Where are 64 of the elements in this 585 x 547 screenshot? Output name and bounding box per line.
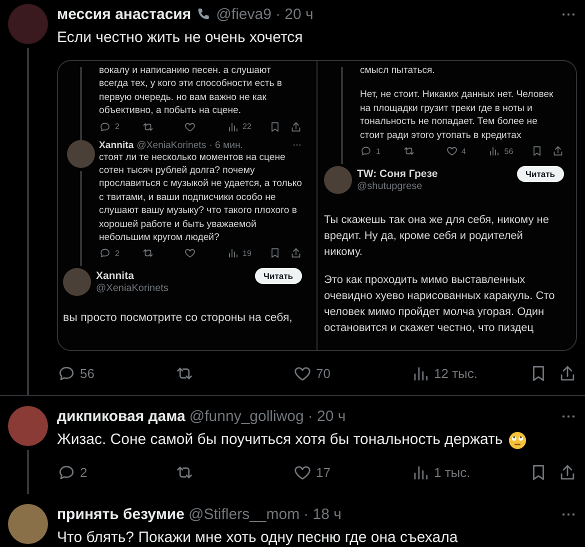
- follow-button[interactable]: Читать: [254, 268, 302, 284]
- author-handle: @shutupgrese: [357, 181, 424, 192]
- share-icon[interactable]: [558, 364, 577, 382]
- author-name[interactable]: TW: Соня Грезе: [357, 168, 512, 180]
- author-name[interactable]: Xannita: [96, 270, 250, 282]
- post-time: · 6 мин.: [209, 140, 243, 151]
- author-name[interactable]: мессия анастасия: [57, 6, 192, 22]
- repost-icon[interactable]: [142, 120, 154, 133]
- post-text: Нет, не стоит. Никаких данных нет. Человек на площадки грузит треки где в ноты и тональность не попадает. Тем более не стоит ради этого утопать в кредитах: [360, 88, 554, 142]
- post-time: · 20 ч: [308, 408, 346, 424]
- reply-count: 56: [80, 366, 94, 380]
- post-text: Ты скажешь так она же для себя, никому не вредит. Ну да, кроме себя и родителей никому.: [324, 213, 550, 260]
- follow-button[interactable]: Читать: [516, 166, 564, 182]
- bookmark-icon[interactable]: [269, 120, 281, 133]
- post-text: Это как проходить мимо выставленных очевидно хуево нарисованных каракуль. Сто человек мимо пройдет молча угорая. Один остановится и скажет честно, что пиздец: [324, 273, 556, 336]
- author-handle[interactable]: @fieva9: [216, 6, 272, 22]
- reply-count: 2: [115, 248, 120, 258]
- post-text: вы просто посмотрите со стороны на себя,: [63, 311, 294, 326]
- bookmark-icon[interactable]: [531, 145, 543, 158]
- like-icon[interactable]: [184, 247, 196, 260]
- author-name[interactable]: принять безумие: [57, 506, 184, 522]
- views-count: 19: [242, 248, 252, 258]
- views-icon[interactable]: [488, 145, 500, 158]
- views-count: 12 тыс.: [434, 366, 478, 380]
- repost-icon[interactable]: [402, 145, 415, 158]
- post-text: смысл пытаться.: [360, 64, 436, 78]
- like-count: 17: [316, 464, 330, 480]
- post-text: Жизас. Соне самой бы поучиться хотя бы тональность держать: [57, 430, 503, 450]
- share-icon[interactable]: [290, 120, 302, 133]
- post-text: стоят ли те несколько моментов на сцене сотен тысяч рублей долга? почему прославиться с музыкой не удается, а только с твитами, и ваши подписчики особо не слушают вашу музыку? что такого плохого в хорошей работе и быть уважаемой небольшим кругом людей?: [99, 150, 302, 244]
- views-count: 1 тыс.: [434, 464, 470, 480]
- like-icon[interactable]: [184, 120, 196, 133]
- author-handle[interactable]: @Stiflers__mom: [188, 506, 300, 522]
- bookmark-icon[interactable]: [269, 247, 281, 260]
- share-icon[interactable]: [558, 462, 577, 482]
- like-count: 70: [316, 366, 330, 380]
- reply-count: 1: [376, 146, 380, 156]
- like-count: 4: [462, 146, 466, 156]
- post-text: вокалу и написанию песен. а слушают всегда тех, у кого эти способности есть в первую очередь. но вам важно не как объективно, а побыть на сцене.: [99, 64, 284, 118]
- like-icon[interactable]: [446, 145, 458, 158]
- author-name[interactable]: дикпиковая дама: [57, 408, 186, 424]
- post-time: · 18 ч: [304, 506, 342, 522]
- author-name[interactable]: Xannita: [99, 140, 134, 151]
- reply-count: 2: [80, 464, 88, 480]
- views-count: 22: [242, 122, 252, 132]
- author-handle: @XeniaKorinets: [136, 140, 206, 151]
- author-handle[interactable]: @funny_golliwog: [189, 408, 304, 424]
- post-text: Если честно жить не очень хочется: [57, 28, 303, 48]
- author-handle: @XeniaKorinets: [96, 283, 170, 294]
- reply-icon[interactable]: [360, 145, 372, 158]
- reply-icon[interactable]: [99, 120, 111, 133]
- post-time: · 20 ч: [275, 6, 314, 22]
- avatar[interactable]: [8, 504, 48, 544]
- share-icon[interactable]: [552, 145, 564, 158]
- repost-icon[interactable]: [142, 247, 154, 260]
- views-icon[interactable]: [226, 247, 238, 260]
- reply-icon[interactable]: [99, 247, 111, 260]
- post-text: Что блять? Покажи мне хоть одну песню где она съехала: [57, 528, 458, 547]
- avatar[interactable]: [8, 406, 48, 446]
- views-icon[interactable]: [226, 120, 238, 133]
- share-icon[interactable]: [290, 247, 302, 260]
- reply-count: 2: [115, 122, 120, 132]
- views-count: 56: [504, 146, 514, 156]
- attached-screenshot[interactable]: [57, 60, 577, 351]
